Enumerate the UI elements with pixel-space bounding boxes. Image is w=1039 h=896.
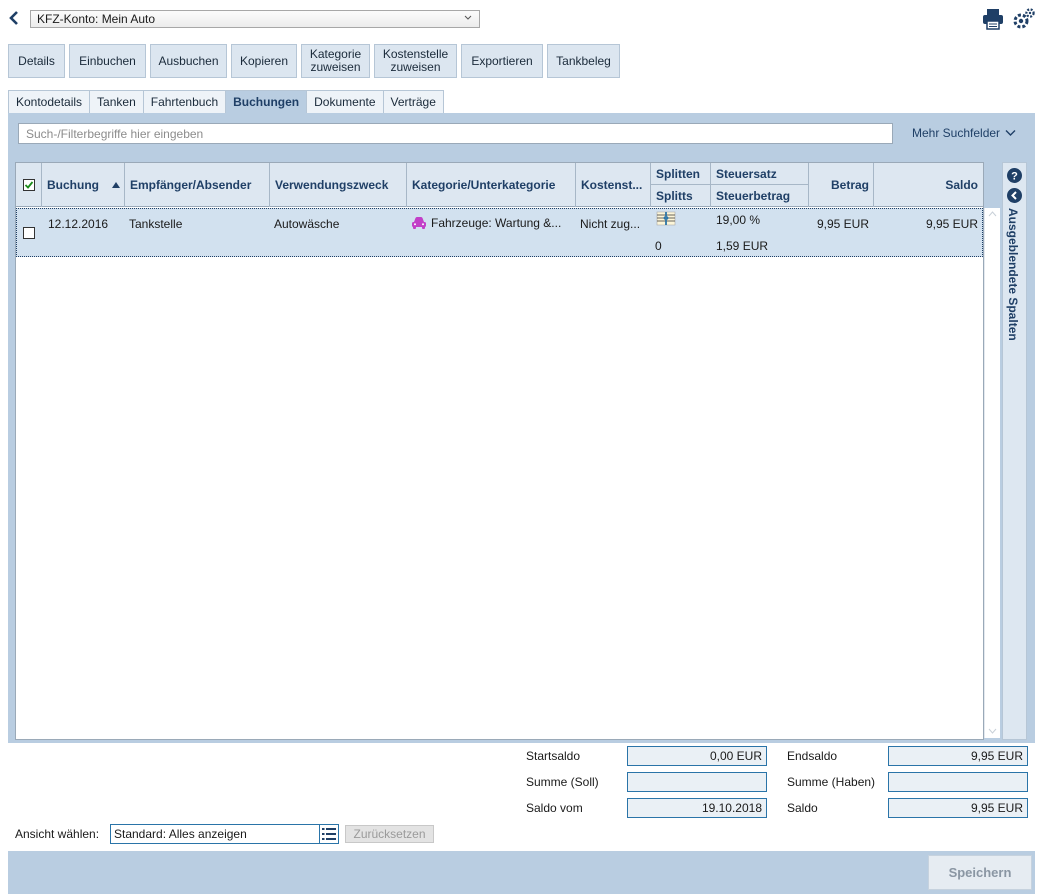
kostenstelle-zuweisen-button[interactable]: Kostenstelle zuweisen: [374, 44, 457, 78]
summe-haben-value: [888, 772, 1028, 792]
list-icon: [322, 828, 336, 840]
tankbeleg-button[interactable]: Tankbeleg: [547, 44, 620, 78]
checkbox-checked-icon[interactable]: [22, 179, 35, 191]
summe-haben-label: Summe (Haben): [787, 775, 876, 789]
exportieren-button[interactable]: Exportieren: [461, 44, 543, 78]
summe-soll-label: Summe (Soll): [526, 775, 599, 789]
vertical-scrollbar[interactable]: [984, 208, 1000, 738]
column-kostenstelle[interactable]: Kostenst...: [576, 163, 651, 207]
help-icon[interactable]: ?: [1007, 168, 1022, 183]
details-button[interactable]: Details: [8, 44, 65, 78]
action-toolbar: Details Einbuchen Ausbuchen Kopieren Kat…: [8, 44, 620, 78]
sort-ascending-icon: [112, 182, 120, 188]
search-input[interactable]: [18, 123, 893, 144]
row-empfaenger: Tankstelle: [129, 217, 183, 231]
row-steuerbetrag: 1,59 EUR: [716, 239, 769, 253]
tab-bar: Kontodetails Tanken Fahrtenbuch Buchunge…: [8, 90, 444, 113]
ausbuchen-button[interactable]: Ausbuchen: [150, 44, 227, 78]
expand-left-icon[interactable]: [1007, 188, 1022, 203]
row-date: 12.12.2016: [48, 217, 109, 231]
saldo-vom-label: Saldo vom: [526, 801, 583, 815]
endsaldo-label: Endsaldo: [787, 749, 838, 763]
view-select[interactable]: Standard: Alles anzeigen: [110, 824, 320, 844]
reset-button[interactable]: Zurücksetzen: [345, 825, 434, 843]
scroll-down-icon[interactable]: [988, 728, 997, 734]
back-chevron-icon[interactable]: [6, 9, 22, 27]
column-steuerbetrag[interactable]: Steuerbetrag: [711, 185, 809, 207]
print-icon[interactable]: [981, 8, 1005, 30]
saldo-value: 9,95 EUR: [888, 798, 1028, 818]
saldo-label: Saldo: [787, 801, 818, 815]
column-splitts[interactable]: Splitts: [651, 185, 711, 207]
kategorie-zuweisen-button[interactable]: Kategorie zuweisen: [301, 44, 370, 78]
footer-bar: [8, 851, 1035, 894]
endsaldo-value: 9,95 EUR: [888, 746, 1028, 766]
tab-kontodetails[interactable]: Kontodetails: [8, 90, 91, 113]
column-buchung[interactable]: Buchung: [42, 163, 125, 207]
split-booking-icon[interactable]: [655, 211, 677, 226]
chevron-down-icon: [1005, 130, 1016, 136]
hidden-columns-label[interactable]: Ausgeblendete Spalten: [1006, 208, 1020, 341]
summe-soll-value: [627, 772, 767, 792]
account-select[interactable]: KFZ-Konto: Mein Auto: [30, 10, 480, 28]
row-checkbox[interactable]: [23, 227, 35, 239]
tab-vertraege[interactable]: Verträge: [382, 90, 444, 113]
column-splitten[interactable]: Splitten: [651, 163, 711, 185]
startsaldo-label: Startsaldo: [526, 749, 581, 763]
chevron-down-icon: [464, 15, 472, 20]
view-label: Ansicht wählen:: [15, 827, 100, 841]
tab-tanken[interactable]: Tanken: [89, 90, 144, 113]
startsaldo-value: 0,00 EUR: [627, 746, 767, 766]
row-verwendungszweck: Autowäsche: [274, 217, 340, 231]
column-steuersatz[interactable]: Steuersatz: [711, 163, 809, 185]
settings-gears-icon[interactable]: [1012, 7, 1036, 31]
column-betrag[interactable]: Betrag: [809, 163, 874, 207]
tab-buchungen[interactable]: Buchungen: [225, 90, 308, 113]
row-kostenstelle: Nicht zug...: [580, 217, 641, 231]
column-verwendungszweck[interactable]: Verwendungszweck: [270, 163, 407, 207]
kopieren-button[interactable]: Kopieren: [231, 44, 297, 78]
tab-fahrtenbuch[interactable]: Fahrtenbuch: [142, 90, 227, 113]
row-steuersatz: 19,00 %: [716, 213, 761, 227]
view-list-button[interactable]: [319, 824, 339, 844]
svg-text:?: ?: [1011, 171, 1018, 183]
row-splitts: 0: [655, 239, 662, 253]
select-all-checkbox-cell[interactable]: [16, 163, 42, 207]
scroll-up-icon[interactable]: [988, 211, 997, 217]
more-search-fields-button[interactable]: Mehr Suchfelder: [912, 126, 1016, 140]
row-kategorie: Fahrzeuge: Wartung &...: [431, 216, 562, 230]
column-empfaenger[interactable]: Empfänger/Absender: [125, 163, 270, 207]
column-kategorie[interactable]: Kategorie/Unterkategorie: [407, 163, 576, 207]
account-select-value: KFZ-Konto: Mein Auto: [37, 12, 156, 26]
save-button[interactable]: Speichern: [928, 855, 1032, 890]
saldo-vom-value: 19.10.2018: [627, 798, 767, 818]
row-betrag: 9,95 EUR: [816, 217, 869, 231]
car-icon: [412, 217, 426, 229]
column-saldo[interactable]: Saldo: [874, 163, 983, 207]
tab-dokumente[interactable]: Dokumente: [306, 90, 384, 113]
row-saldo: 9,95 EUR: [925, 217, 978, 231]
einbuchen-button[interactable]: Einbuchen: [69, 44, 146, 78]
